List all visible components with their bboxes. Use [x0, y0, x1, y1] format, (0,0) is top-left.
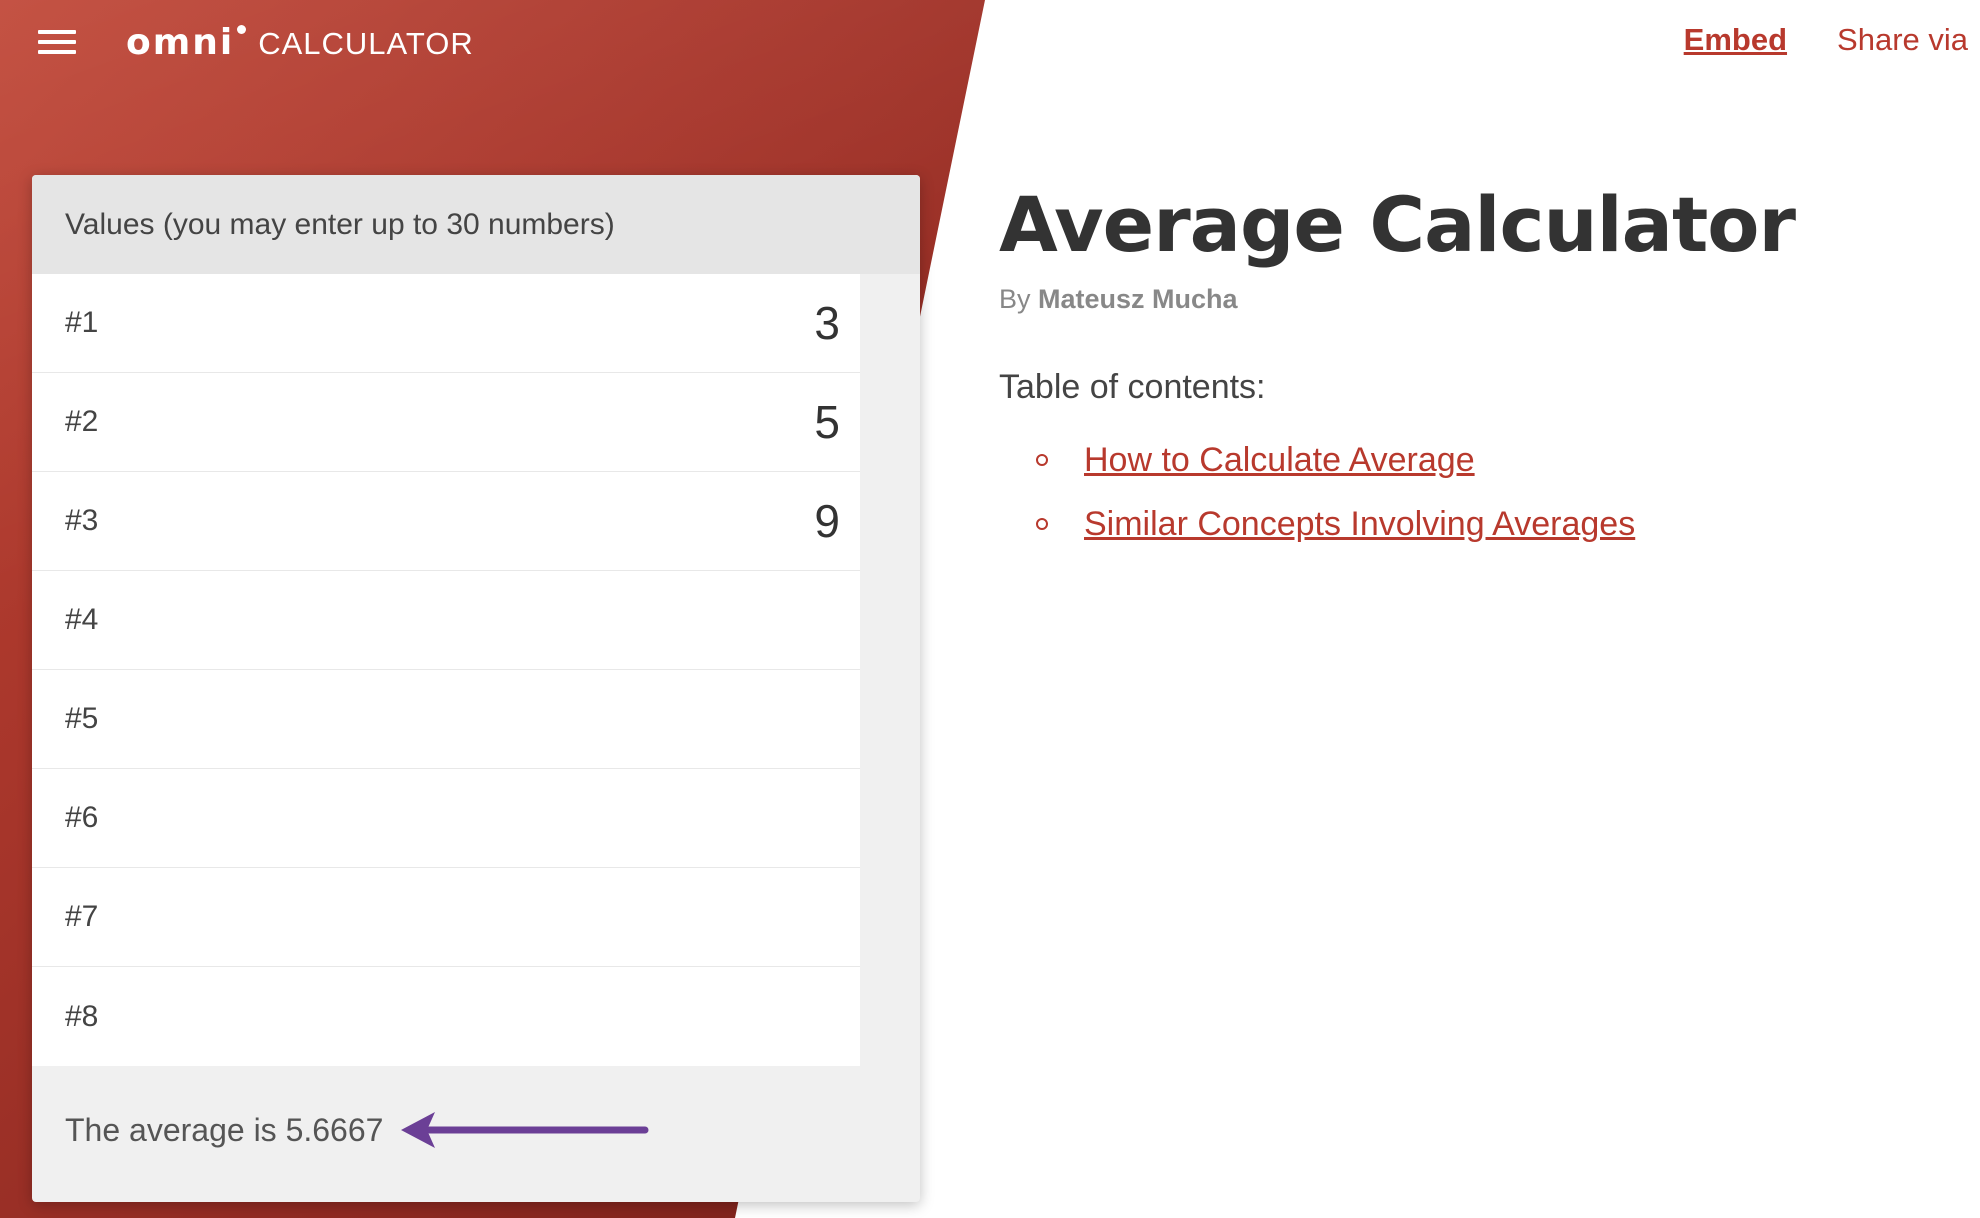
value-input-row[interactable]: #7	[32, 868, 860, 967]
circle-bullet-icon	[1036, 454, 1048, 466]
logo-dot	[237, 25, 247, 34]
value-input-row[interactable]: #8	[32, 967, 860, 1066]
value-input-field[interactable]: 5	[814, 395, 840, 449]
toc-link[interactable]: Similar Concepts Involving Averages	[1084, 505, 1635, 544]
share-via-link[interactable]: Share via	[1837, 22, 1968, 58]
result-area: The average is 5.6667	[65, 1110, 651, 1150]
value-input-field[interactable]: 9	[814, 494, 840, 548]
value-input-row[interactable]: #5	[32, 670, 860, 769]
average-result: The average is 5.6667	[65, 1111, 384, 1148]
value-input-label: #1	[65, 306, 99, 339]
byline-prefix: By	[999, 284, 1031, 314]
value-input-row[interactable]: #4	[32, 571, 860, 670]
top-links: Embed Share via	[1684, 22, 1968, 58]
value-input-row[interactable]: #3 9	[32, 472, 860, 571]
calculator-card: Values (you may enter up to 30 numbers) …	[32, 175, 920, 1202]
value-input-row[interactable]: #2 5	[32, 373, 860, 472]
value-input-field[interactable]: 3	[814, 296, 840, 350]
embed-link[interactable]: Embed	[1684, 22, 1787, 58]
values-section-header: Values (you may enter up to 30 numbers)	[32, 175, 920, 274]
logo-calculator-text: CALCULATOR	[258, 26, 474, 61]
value-input-label: #7	[65, 900, 99, 933]
value-input-row[interactable]: #1 3	[32, 274, 860, 373]
hamburger-menu-icon[interactable]	[38, 30, 76, 54]
toc-link[interactable]: How to Calculate Average	[1084, 441, 1475, 480]
value-input-label: #8	[65, 999, 99, 1033]
toc-item: How to Calculate Average	[1036, 428, 1635, 492]
value-input-label: #6	[65, 801, 99, 834]
value-input-label: #4	[65, 603, 99, 636]
toc-heading: Table of contents:	[999, 368, 1266, 406]
values-input-list: #1 3 #2 5 #3 9 #4 #5 #6 #7 #8	[32, 274, 860, 1066]
value-input-label: #2	[65, 405, 99, 438]
value-input-row[interactable]: #6	[32, 769, 860, 868]
table-of-contents: How to Calculate Average Similar Concepts…	[1036, 428, 1635, 556]
circle-bullet-icon	[1036, 518, 1048, 530]
toc-item: Similar Concepts Involving Averages	[1036, 492, 1635, 556]
page-title: Average Calculator	[999, 180, 1796, 269]
author-name[interactable]: Mateusz Mucha	[1038, 284, 1238, 314]
value-input-label: #3	[65, 504, 99, 537]
value-input-label: #5	[65, 702, 99, 735]
byline: By Mateusz Mucha	[999, 284, 1238, 315]
logo-omni-text: omni	[126, 22, 235, 63]
omni-logo[interactable]: omni CALCULATOR	[126, 22, 474, 63]
arrow-left-annotation-icon	[401, 1112, 649, 1148]
